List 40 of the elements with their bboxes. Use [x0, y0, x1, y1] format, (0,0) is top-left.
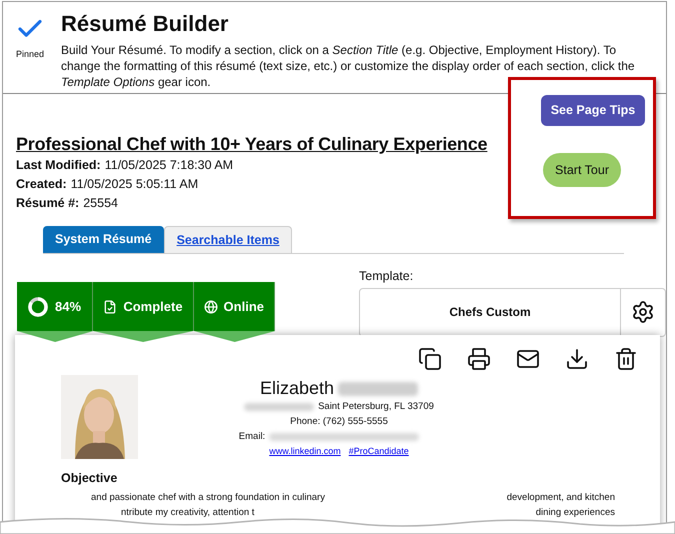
objective-text: ntribute my creativity, attention t: [121, 506, 254, 520]
objective-text: dining experiences: [536, 506, 615, 520]
phone-text: Phone: (762) 555-5555: [290, 415, 388, 429]
objective-text: development, and kitchen: [506, 490, 615, 505]
badge-label: Complete: [123, 298, 183, 316]
template-name: Chefs Custom: [448, 304, 532, 322]
address-text: Saint Petersburg, FL 33709: [318, 400, 434, 414]
tab[interactable]: Searchable Items: [164, 226, 292, 253]
profile-link[interactable]: #ProCandidate: [348, 444, 409, 459]
start-tour-button[interactable]: Start Tour: [543, 153, 621, 187]
print-icon[interactable]: [467, 347, 491, 371]
document-check-icon: [103, 300, 118, 314]
template-label: Template:: [359, 268, 414, 285]
tab[interactable]: System Résumé: [43, 226, 164, 253]
meta-label: Created:: [16, 176, 67, 193]
profile-link[interactable]: www.linkedin.com: [269, 444, 341, 459]
page-tips-button[interactable]: See Page Tips: [540, 95, 646, 126]
globe-icon: [204, 300, 218, 314]
objective-text: and passionate chef with a strong foundation in culinary: [91, 490, 325, 505]
meta-value: 25554: [83, 195, 118, 212]
resume-title[interactable]: Professional Chef with 10+ Years of Culinary Experience: [16, 132, 666, 156]
download-icon[interactable]: [565, 347, 589, 371]
section-title[interactable]: Objective: [61, 469, 660, 488]
email-label: Email:: [238, 430, 266, 444]
instructions-text: Build Your Résumé. To modify a section, click on a Section Title (e.g. Objective, Employment History). To change the formatting of this résumé (text size, etc.) or customize the display order of each section, click the Template Options gear icon.: [61, 42, 636, 90]
progress-ring-icon: [27, 296, 49, 318]
settings-icon: [631, 300, 655, 324]
email-icon[interactable]: [516, 347, 540, 371]
badge-label: 84%: [55, 298, 82, 316]
meta-label: Résumé #:: [16, 195, 80, 212]
badge-label: Online: [224, 298, 264, 316]
candidate-name: Elizabeth: [260, 377, 334, 399]
meta-label: Last Modified:: [16, 157, 101, 174]
delete-icon[interactable]: [614, 347, 638, 371]
meta-value: 11/05/2025 7:18:30 AM: [104, 157, 234, 174]
copy-icon[interactable]: [418, 347, 442, 371]
page-title: Résumé Builder: [61, 10, 230, 38]
meta-value: 11/05/2025 5:05:11 AM: [70, 176, 198, 193]
pinned-label: Pinned: [16, 48, 44, 61]
blurred-text: [244, 402, 314, 410]
